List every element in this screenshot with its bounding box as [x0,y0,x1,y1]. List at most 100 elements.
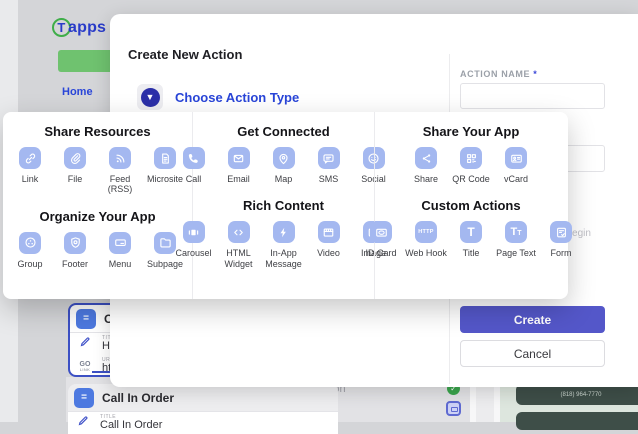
caret-down-icon: ▼ [140,87,160,107]
map-icon[interactable] [272,147,295,169]
action-type-label: ID Card [365,248,397,259]
video-icon[interactable] [317,221,340,244]
link-icon[interactable] [19,147,41,169]
action-type-qr-code[interactable]: QR Code [452,147,490,184]
html-widget-icon[interactable] [227,221,250,244]
tapps-logo: Tapps [52,18,106,37]
action-type-label: Video [317,248,340,259]
action-type-in-app-message[interactable]: In-App Message [265,221,303,269]
group-icon[interactable] [19,231,41,254]
carousel-icon[interactable] [182,221,205,244]
email-icon[interactable] [227,147,250,169]
action-type-call[interactable]: Call [175,147,213,184]
action-type-label: Email [227,174,250,184]
action-type-label: Web Hook [405,248,447,259]
drag-handle-icon[interactable]: = [74,387,94,408]
title-icon[interactable]: T [460,221,482,244]
action-type-dropdown-icon[interactable]: ▼ [137,84,163,110]
action-type-file[interactable]: File [56,147,94,195]
picker-section-title: Get Connected [237,124,330,139]
feed-icon[interactable] [109,147,131,169]
cancel-button[interactable]: Cancel [460,340,605,367]
picker-section: Get Connected Call Email Map SMS Social [182,124,386,184]
action-type-web-hook[interactable]: HTTP Web Hook [405,221,447,258]
action-type-label: Group [17,258,43,269]
action-type-vcard[interactable]: vCard [497,147,535,184]
go-link-icon: GO LINK [79,360,91,372]
action-type-label: Share [413,174,439,184]
footer-icon[interactable] [64,231,86,254]
create-button[interactable]: Create [460,306,605,333]
action-type-map[interactable]: Map [265,147,303,184]
web-hook-icon[interactable]: HTTP [415,221,437,244]
action-type-email[interactable]: Email [220,147,258,184]
action-type-link[interactable]: Link [11,147,49,195]
action-type-feed[interactable]: Feed (RSS) [101,147,139,195]
picker-section-title: Share Your App [422,124,520,139]
required-asterisk: * [533,69,538,79]
action-type-label: HTML Widget [224,248,253,269]
card-title: Call In Order [102,390,175,405]
pencil-icon[interactable] [74,414,92,432]
menu-icon[interactable] [109,231,131,254]
picker-section: Share Resources Link File Feed (RSS) Microsi… [3,124,192,195]
action-type-form[interactable]: Form [542,221,580,258]
action-type-label: File [67,174,83,184]
id-card-icon[interactable] [370,221,392,244]
card-field-title[interactable]: TITLE Call In Order [68,412,338,434]
choose-action-type-label[interactable]: Choose Action Type [175,90,299,105]
action-type-share[interactable]: Share [407,147,445,184]
action-type-label: Title [462,248,480,259]
action-type-html-widget[interactable]: HTML Widget [220,221,258,269]
qr-code-icon[interactable] [460,147,482,169]
call-icon[interactable] [182,147,205,169]
choose-action-type-dropdown[interactable]: ▼ Choose Action Type [137,84,299,110]
file-icon[interactable] [64,147,86,169]
action-type-label: Link [21,174,39,184]
action-type-group[interactable]: Group [11,231,49,269]
action-type-title[interactable]: T Title [452,221,490,258]
action-type-label: Call [185,174,202,184]
action-type-label: Form [550,248,572,259]
picker-section-title: Custom Actions [421,198,521,214]
action-type-label: Page Text [496,248,536,259]
page-text-icon[interactable]: TT [505,221,527,244]
action-name-input[interactable] [460,83,605,109]
action-type-label: Footer [61,258,88,269]
action-type-page-text[interactable]: TT Page Text [496,221,536,258]
phone-secondary-button[interactable] [516,412,638,430]
pencil-icon[interactable] [76,335,94,353]
link-badge-icon[interactable] [446,401,461,416]
action-type-label: Menu [108,258,132,269]
phone-call-button[interactable]: (818) 964-7770 [516,384,638,405]
action-type-label: vCard [503,174,528,184]
picker-section: Rich Content Carousel HTML Widget In-App Me… [175,198,386,269]
sidebar-item-home[interactable]: Home [62,86,93,98]
action-type-picker: Share Resources Link File Feed (RSS) Microsi… [3,112,572,299]
action-type-label: In-App Message [265,248,302,269]
card-header[interactable]: = Call In Order [68,384,338,412]
action-type-sms[interactable]: SMS [310,147,348,184]
action-type-label: QR Code [452,174,490,184]
action-type-id-card[interactable]: ID Card [362,221,400,258]
microsite-icon[interactable] [154,147,176,169]
action-type-menu[interactable]: Menu [101,231,139,269]
in-app-message-icon[interactable] [272,221,295,244]
sms-icon[interactable] [317,147,340,169]
form-icon[interactable] [550,221,572,244]
picker-column: Share Resources Link File Feed (RSS) Microsi… [3,112,192,299]
picker-section-title: Rich Content [243,198,324,214]
picker-section: Organize Your App Group Footer Menu Subpage [3,209,192,269]
action-type-footer[interactable]: Footer [56,231,94,269]
action-card[interactable]: = Call In Order TITLE Call In Order [68,384,338,434]
vcard-icon[interactable] [505,147,527,169]
modal-title: Create New Action [128,47,243,62]
action-type-label: SMS [318,174,339,184]
action-type-label: Map [274,174,293,184]
drag-handle-icon[interactable]: = [76,308,96,329]
picker-section-title: Organize Your App [39,208,156,224]
action-type-video[interactable]: Video [310,221,348,269]
action-type-carousel[interactable]: Carousel [175,221,213,269]
picker-column: Share Your App Share QR Code vCard Custom Ac… [365,112,572,299]
share-icon[interactable] [415,147,437,169]
